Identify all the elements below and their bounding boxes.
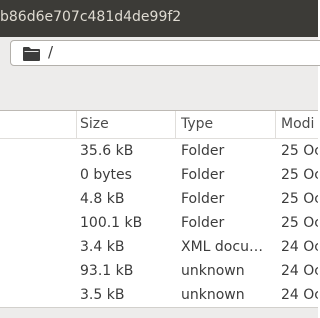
size-cell: 3.5 kB [80,287,125,303]
location-bar[interactable]: / [10,40,320,66]
modified-cell: 24 Oc [281,239,318,255]
table-row[interactable]: 35.6 kB Folder 25 Oc [0,139,318,163]
table-row[interactable]: 3.4 kB XML docu… 24 Oc [0,235,318,259]
column-header-size[interactable]: Size [80,111,174,138]
column-separator[interactable] [76,111,77,138]
modified-cell: 25 Oc [281,167,318,183]
column-header-modified[interactable]: Modi [281,111,318,138]
table-row[interactable]: 100.1 kB Folder 25 Oc [0,211,318,235]
title-bar: b86d6e707c481d4de99f2 [0,0,318,37]
type-cell: unknown [181,287,245,303]
column-header-type[interactable]: Type [181,111,265,138]
type-cell: Folder [181,143,225,159]
type-cell: XML docu… [181,239,263,255]
modified-cell: 25 Oc [281,215,318,231]
modified-cell: 25 Oc [281,191,318,207]
table-row[interactable]: 3.5 kB unknown 24 Oc [0,283,318,307]
location-path[interactable]: / [48,43,53,61]
type-cell: Folder [181,167,225,183]
table-row[interactable]: 0 bytes Folder 25 Oc [0,163,318,187]
column-header-row: Size Type Modi [0,111,318,139]
folder-icon [23,46,40,61]
table-row[interactable]: 4.8 kB Folder 25 Oc [0,187,318,211]
bottom-pane [0,307,318,318]
size-cell: 93.1 kB [80,263,134,279]
modified-cell: 24 Oc [281,263,318,279]
type-cell: Folder [181,191,225,207]
window-title: b86d6e707c481d4de99f2 [0,9,182,25]
size-cell: 35.6 kB [80,143,134,159]
size-cell: 0 bytes [80,167,132,183]
modified-cell: 24 Oc [281,287,318,303]
table-row[interactable]: 93.1 kB unknown 24 Oc [0,259,318,283]
column-separator[interactable] [275,111,276,138]
size-cell: 3.4 kB [80,239,125,255]
size-cell: 100.1 kB [80,215,143,231]
file-list: Size Type Modi 35.6 kB Folder 25 Oc 0 by… [0,111,318,307]
column-separator[interactable] [175,111,176,138]
type-cell: Folder [181,215,225,231]
modified-cell: 25 Oc [281,143,318,159]
size-cell: 4.8 kB [80,191,125,207]
type-cell: unknown [181,263,245,279]
